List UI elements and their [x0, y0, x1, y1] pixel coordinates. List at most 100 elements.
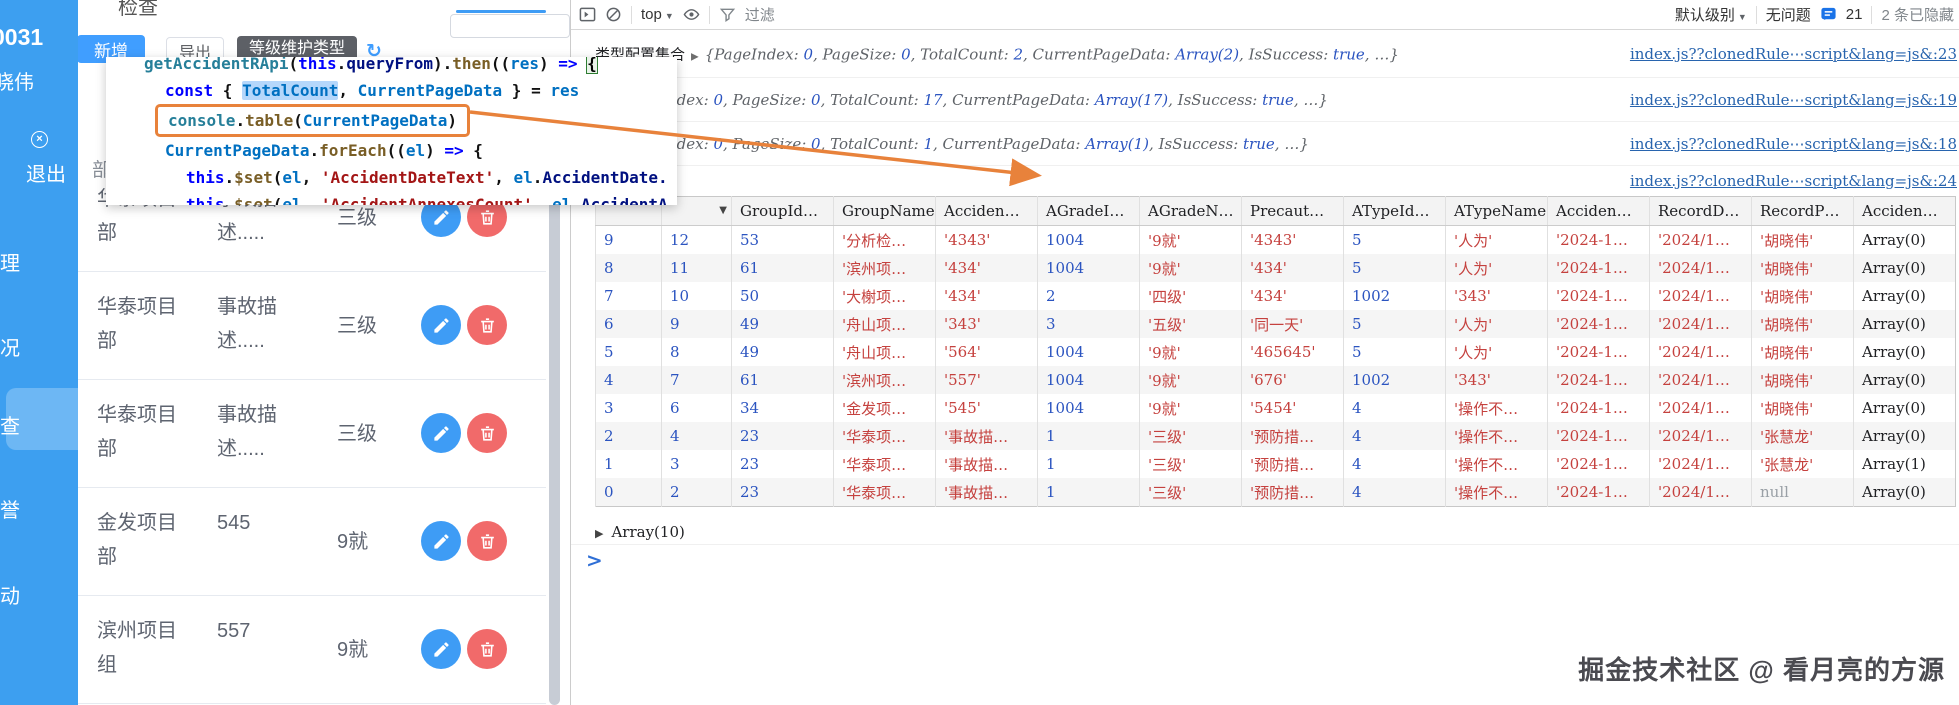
table-cell: Array(1): [1853, 450, 1956, 478]
table-cell: 6: [595, 310, 662, 338]
table-cell: 2: [595, 422, 662, 450]
table-cell: '滨州项…: [833, 254, 936, 282]
delete-button[interactable]: [467, 305, 507, 345]
page-title-fragment: 检查: [118, 0, 158, 19]
code-line: console.table(CurrentPageData): [144, 104, 677, 137]
table-cell: '676': [1241, 366, 1344, 394]
table-cell: 12: [661, 225, 732, 254]
delete-button[interactable]: [467, 629, 507, 669]
scrollbar-thumb[interactable]: [549, 175, 560, 705]
toolbar-divider: [708, 5, 710, 24]
sidebar-item-2[interactable]: 查: [0, 410, 78, 439]
console-table-message: index.js??clonedRule⋯script&lang=js&:24 …: [571, 166, 1959, 545]
filter-input[interactable]: 过滤: [745, 4, 775, 25]
column-header[interactable]: Precaut…: [1241, 196, 1344, 226]
sidebar-username: 晓伟: [0, 72, 34, 94]
table-cell: 9: [661, 310, 732, 338]
column-header[interactable]: RecordD…: [1649, 196, 1752, 226]
table-cell: '343': [935, 310, 1038, 338]
edit-button[interactable]: [421, 629, 461, 669]
column-header[interactable]: GroupId…: [731, 196, 834, 226]
table-cell: 61: [731, 254, 834, 282]
table-cell: Array(0): [1853, 338, 1956, 366]
table-cell: 5: [1343, 310, 1446, 338]
log-level-selector[interactable]: 默认级别 ▼: [1675, 4, 1747, 25]
table-cell: 4: [595, 366, 662, 394]
code-line: CurrentPageData.forEach((el) => {: [165, 141, 483, 160]
filter-funnel-icon: [719, 6, 736, 23]
console-prompt-icon[interactable]: >: [586, 548, 603, 572]
issues-icon[interactable]: [1820, 6, 1837, 23]
row-level: 9就: [337, 639, 369, 661]
edit-button[interactable]: [421, 305, 461, 345]
table-cell: '滨州项…: [833, 366, 936, 394]
column-header[interactable]: Acciden…: [1547, 196, 1650, 226]
table-cell: '2024/1…: [1649, 225, 1752, 254]
console-table-annotation-box: console.table(CurrentPageData): [155, 104, 471, 137]
column-header[interactable]: Acciden…: [1853, 196, 1956, 226]
table-cell: '张慧龙': [1751, 450, 1854, 478]
issues-count: 21: [1845, 6, 1863, 23]
console-sidebar-icon[interactable]: [579, 6, 596, 23]
table-cell: '四级': [1139, 282, 1242, 310]
table-cell: '343': [1445, 366, 1548, 394]
delete-button[interactable]: [467, 413, 507, 453]
expand-triangle-icon[interactable]: ▶: [691, 51, 699, 62]
sidebar-item-4[interactable]: 动: [0, 580, 78, 609]
clear-console-icon[interactable]: [605, 6, 622, 23]
column-header[interactable]: RecordP…: [1751, 196, 1854, 226]
edit-button[interactable]: [421, 413, 461, 453]
table-cell: Array(0): [1853, 422, 1956, 450]
source-link[interactable]: index.js??clonedRule⋯script&lang=js&:18: [1630, 135, 1957, 153]
app-table: 华泰项目部事故描述.....三级华泰项目部事故描述.....三级华泰项目部事故描…: [78, 164, 546, 704]
table-row: 8 11 61 '滨州项… '434' 1004'9就' '434' 5 '人为' '2024-1…: [595, 254, 1956, 282]
devtools-console-panel: top ▼ 过滤 默认级别 ▼ 无问题 21 2 条已隐藏 类型配置集合 ▶ {Page…: [570, 0, 1959, 705]
table-cell: '2024-1…: [1547, 338, 1650, 366]
chevron-down-icon: ▼: [664, 11, 674, 21]
expand-triangle-icon[interactable]: ▶: [595, 527, 603, 540]
hidden-messages-label: 2 条已隐藏: [1881, 7, 1954, 24]
sidebar-item-0[interactable]: 理: [0, 247, 78, 276]
column-header[interactable]: GroupName: [833, 196, 936, 226]
table-cell: '465645': [1241, 338, 1344, 366]
object-preview: {PageIndex: 0, PageSize: 0, TotalCount: …: [615, 90, 1328, 109]
row-name: 金发项目部: [97, 512, 177, 568]
table-cell: '434': [1241, 254, 1344, 282]
table-cell: '4343': [935, 225, 1038, 254]
row-name: 华泰项目部: [97, 296, 177, 352]
table-cell: 1004: [1037, 254, 1140, 282]
source-link[interactable]: index.js??clonedRule⋯script&lang=js&:19: [1630, 91, 1957, 109]
table-cell: 2: [661, 478, 732, 507]
table-cell: 10: [661, 282, 732, 310]
edit-button[interactable]: [421, 521, 461, 561]
column-header[interactable]: Acciden…: [935, 196, 1038, 226]
source-link[interactable]: index.js??clonedRule⋯script&lang=js&:24: [1630, 172, 1957, 190]
source-link[interactable]: index.js??clonedRule⋯script&lang=js&:23: [1630, 45, 1957, 63]
sidebar-item-3[interactable]: 誉: [0, 494, 78, 523]
table-cell: 4: [1343, 394, 1446, 422]
column-header[interactable]: ATypeName: [1445, 196, 1548, 226]
logout-icon[interactable]: ×: [31, 131, 48, 148]
table-cell: 5: [1343, 254, 1446, 282]
column-header[interactable]: ATypeId…: [1343, 196, 1446, 226]
table-cell: '舟山项…: [833, 310, 936, 338]
chevron-down-icon: ▼: [1737, 12, 1747, 22]
table-cell: 5: [1343, 225, 1446, 254]
live-expression-eye-icon[interactable]: [683, 6, 700, 23]
column-header[interactable]: AGradeI…: [1037, 196, 1140, 226]
sidebar-item-1[interactable]: 况: [0, 332, 78, 361]
delete-button[interactable]: [467, 521, 507, 561]
table-cell: '2024-1…: [1547, 225, 1650, 254]
console-toolbar: top ▼ 过滤 默认级别 ▼ 无问题 21 2 条已隐藏: [571, 0, 1959, 30]
logout-button[interactable]: 退出: [26, 158, 66, 187]
table-cell: '2024/1…: [1649, 366, 1752, 394]
column-header[interactable]: AGradeN…: [1139, 196, 1242, 226]
array-summary[interactable]: ▶ Array(10): [595, 523, 685, 541]
table-cell: '胡晓伟': [1751, 366, 1854, 394]
context-selector[interactable]: top ▼: [641, 6, 674, 23]
table-cell: '预防措…: [1241, 450, 1344, 478]
table-cell: '人为': [1445, 254, 1548, 282]
search-input[interactable]: [450, 14, 570, 38]
table-cell: '434': [935, 282, 1038, 310]
table-cell: 1: [1037, 478, 1140, 507]
